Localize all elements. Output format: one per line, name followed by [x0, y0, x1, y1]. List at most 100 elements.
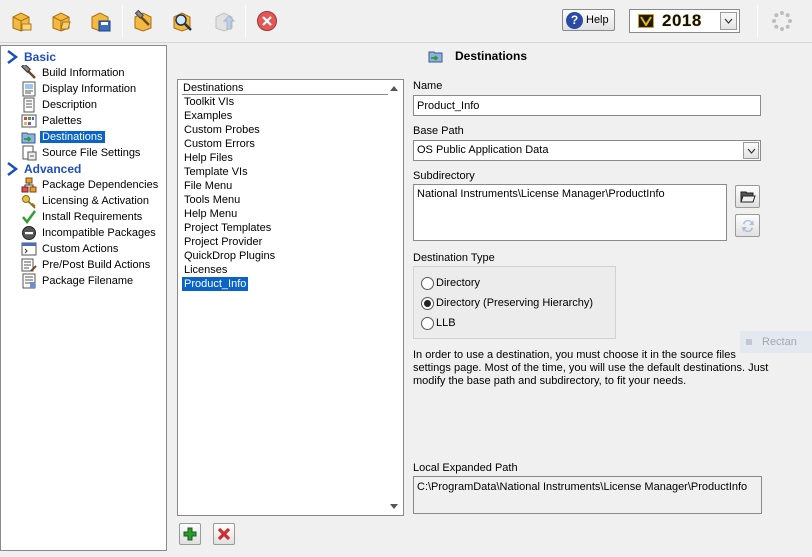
refresh-icon: [741, 219, 754, 232]
nav-item-description[interactable]: Description: [21, 97, 99, 113]
version-label: 2018: [662, 11, 702, 30]
list-item[interactable]: QuickDrop Plugins: [182, 249, 277, 263]
list-item[interactable]: Custom Errors: [182, 137, 257, 151]
nav-item-licensing-activation[interactable]: Licensing & Activation: [21, 193, 151, 209]
document-icon: [21, 97, 37, 113]
list-item[interactable]: Licenses: [182, 263, 229, 277]
subdirectory-label: Subdirectory: [413, 170, 475, 182]
save-icon[interactable]: [86, 7, 114, 35]
radio-label: Directory: [436, 277, 481, 289]
list-item[interactable]: Template VIs: [182, 165, 250, 179]
build-icon[interactable]: [129, 7, 157, 35]
version-selector[interactable]: 2018: [629, 9, 740, 33]
chevron-right-icon: [5, 161, 21, 177]
base-path-select[interactable]: OS Public Application Data: [413, 140, 761, 161]
add-destination-button[interactable]: [179, 523, 201, 545]
help-button-label: Help: [586, 14, 609, 26]
folder-arrow-icon: [428, 48, 444, 64]
delete-destination-button[interactable]: [213, 523, 235, 545]
nav-item-label: Destinations: [40, 131, 105, 143]
name-label: Name: [413, 80, 443, 92]
new-icon[interactable]: [7, 7, 35, 35]
scroll-down-arrow-icon[interactable]: [390, 504, 398, 509]
nav-item-label: Display Information: [42, 83, 137, 95]
close-icon[interactable]: [253, 7, 281, 35]
scroll-up-arrow-icon[interactable]: [390, 86, 398, 91]
list-item[interactable]: Project Provider: [182, 235, 264, 249]
list-item[interactable]: Help Files: [182, 151, 235, 165]
script-icon: [21, 241, 37, 257]
list-item[interactable]: Examples: [182, 109, 234, 123]
list-item[interactable]: Custom Probes: [182, 123, 262, 137]
nav-item-destinations[interactable]: Destinations: [21, 129, 105, 145]
labview-logo-icon: [638, 14, 654, 28]
list-item[interactable]: Help Menu: [182, 207, 239, 221]
list-item[interactable]: File Menu: [182, 179, 234, 193]
hammer-icon: [21, 65, 37, 81]
nav-item-custom-actions[interactable]: Custom Actions: [21, 241, 120, 257]
list-item[interactable]: Tools Menu: [182, 193, 242, 207]
nav-item-build-information[interactable]: Build Information: [21, 65, 127, 81]
radio-button[interactable]: [421, 316, 434, 330]
local-path-label: Local Expanded Path: [413, 462, 518, 474]
help-icon: ?: [566, 11, 583, 29]
background-window-label: Rectan: [762, 336, 797, 348]
radio-label: Directory (Preserving Hierarchy): [436, 297, 594, 309]
radio-button[interactable]: [421, 296, 434, 310]
dependencies-icon: [21, 177, 37, 193]
list-item[interactable]: Toolkit VIs: [182, 95, 236, 109]
nav-item-package-filename[interactable]: Package Filename: [21, 273, 135, 289]
nav-section-advanced[interactable]: Advanced: [5, 161, 81, 177]
deploy-icon[interactable]: [210, 7, 238, 35]
nav-item-display-information[interactable]: Display Information: [21, 81, 138, 97]
nav-item-package-dependencies[interactable]: Package Dependencies: [21, 177, 160, 193]
list-scrollbar[interactable]: [386, 80, 403, 515]
list-item-selected[interactable]: Product_Info: [182, 277, 249, 291]
nav-item-source-file-settings[interactable]: Source File Settings: [21, 145, 142, 161]
radio-label: LLB: [436, 317, 456, 329]
nav-item-palettes[interactable]: Palettes: [21, 113, 84, 129]
chevron-right-icon: [5, 49, 21, 65]
open-folder-icon: [739, 191, 756, 202]
chevron-down-icon[interactable]: [743, 142, 759, 159]
subdirectory-value: National Instruments\License Manager\Pro…: [417, 188, 665, 200]
radio-button[interactable]: [421, 276, 434, 290]
name-input[interactable]: [413, 95, 761, 116]
nav-section-basic[interactable]: Basic: [5, 49, 56, 65]
nav-item-pre-post-build-actions[interactable]: Pre/Post Build Actions: [21, 257, 152, 273]
nav-section-label: Advanced: [24, 162, 82, 176]
page-title-text: Destinations: [455, 49, 528, 63]
nav-item-label: Custom Actions: [42, 243, 119, 255]
palette-icon: [21, 113, 37, 129]
help-button[interactable]: ? Help: [562, 9, 615, 31]
preview-icon[interactable]: [168, 7, 196, 35]
nav-item-incompatible-packages[interactable]: Incompatible Packages: [21, 225, 158, 241]
base-path-label: Base Path: [413, 125, 464, 137]
radio-directory[interactable]: Directory: [421, 275, 480, 291]
base-path-value: OS Public Application Data: [417, 144, 549, 156]
nav-item-label: Pre/Post Build Actions: [42, 259, 151, 271]
destinations-list[interactable]: Destinations Toolkit VIs Examples Custom…: [177, 79, 404, 516]
display-icon: [21, 81, 37, 97]
nav-item-install-requirements[interactable]: Install Requirements: [21, 209, 144, 225]
list-item[interactable]: Project Templates: [182, 221, 273, 235]
plus-icon: [183, 527, 197, 541]
nav-item-label: Package Filename: [42, 275, 134, 287]
radio-llb[interactable]: LLB: [421, 315, 456, 331]
page-title: Destinations: [428, 46, 527, 66]
browse-folder-button[interactable]: [735, 185, 760, 208]
list-header: Destinations: [182, 81, 388, 95]
radio-directory-preserving-hierarchy[interactable]: Directory (Preserving Hierarchy): [421, 295, 593, 311]
nav-item-label: Install Requirements: [42, 211, 143, 223]
nav-item-label: Source File Settings: [42, 147, 141, 159]
open-icon[interactable]: [47, 7, 75, 35]
background-window-fragment: Rectan: [740, 331, 812, 353]
chevron-down-icon[interactable]: [720, 12, 737, 30]
nav-item-label: Palettes: [42, 115, 82, 127]
help-text: In order to use a destination, you must …: [413, 349, 769, 387]
convert-path-button[interactable]: [735, 214, 760, 237]
category-tree: Basic Build Information Display Informat…: [0, 45, 167, 551]
subdirectory-input[interactable]: National Instruments\License Manager\Pro…: [413, 184, 727, 241]
nav-section-label: Basic: [24, 50, 57, 64]
toolbar-separator: [757, 5, 758, 37]
